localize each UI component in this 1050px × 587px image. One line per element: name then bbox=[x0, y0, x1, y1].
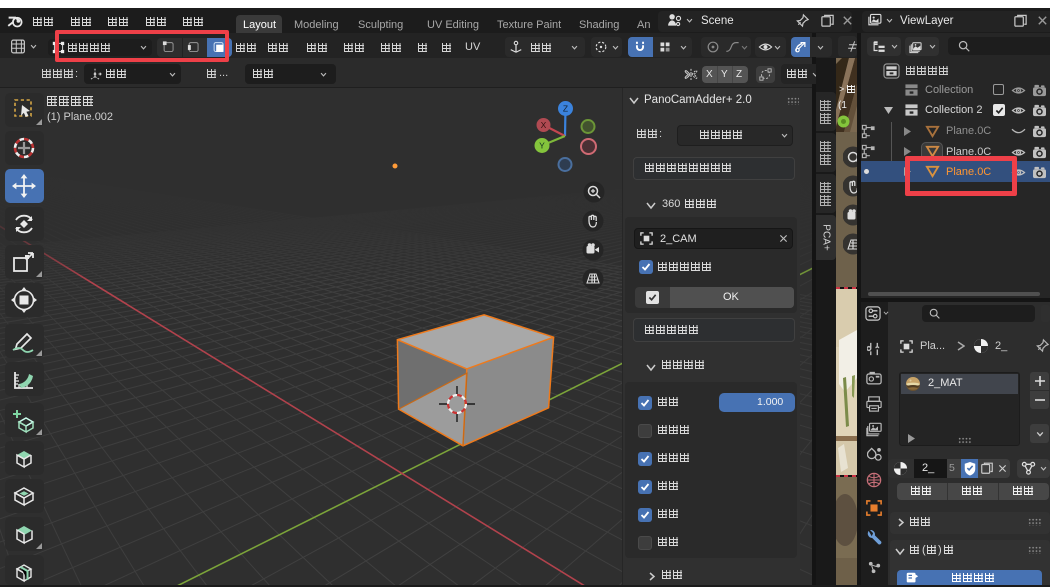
svg-text:X: X bbox=[541, 120, 547, 130]
svg-text:Z: Z bbox=[563, 103, 568, 113]
svg-text:Y: Y bbox=[539, 140, 545, 150]
